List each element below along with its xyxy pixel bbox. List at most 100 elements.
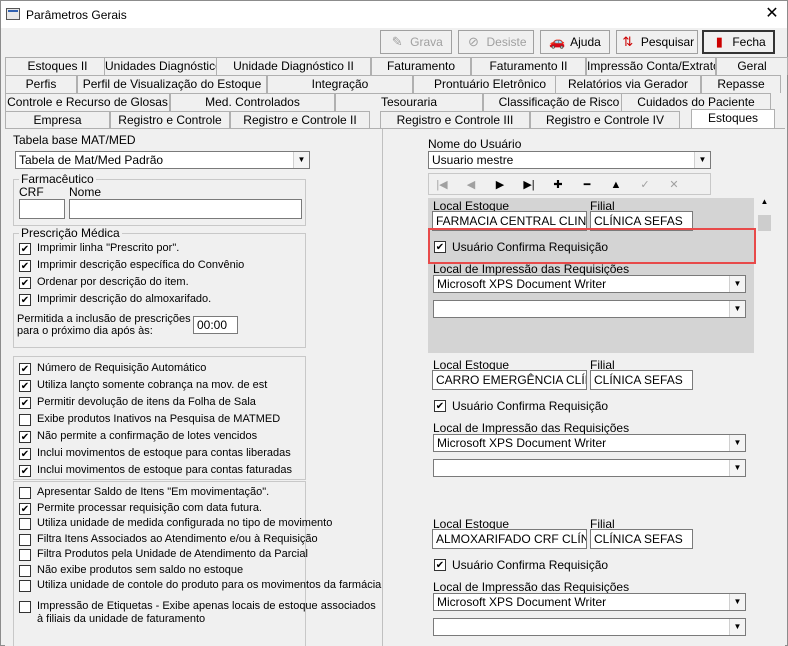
printer-select[interactable]: Microsoft XPS Document Writer ▼	[433, 275, 746, 293]
checkbox-box[interactable]	[19, 243, 31, 255]
tab-repasse[interactable]: Repasse	[701, 75, 781, 93]
group3-checkbox-3[interactable]: Filtra Itens Associados ao Atendimento e…	[19, 533, 318, 546]
checkbox-box[interactable]	[19, 601, 31, 613]
group2-checkbox-2[interactable]: Permitir devolução de itens da Folha de …	[19, 396, 256, 409]
local-estoque-input[interactable]: CARRO EMERGÊNCIA CLÍNICA	[432, 370, 587, 390]
group3-checkbox-6[interactable]: Utiliza unidade de contole do produto pa…	[19, 579, 381, 592]
tab-geral[interactable]: Geral	[716, 57, 788, 75]
nav-delete-icon[interactable]: ━	[575, 176, 599, 194]
group3-checkbox-4[interactable]: Filtra Produtos pela Unidade de Atendime…	[19, 548, 308, 561]
tabela-base-select[interactable]: Tabela de Mat/Med Padrão ▼	[15, 151, 310, 169]
tab-registro-e-controle-iv[interactable]: Registro e Controle IV	[530, 111, 680, 129]
presc-checkbox-2[interactable]: Ordenar por descrição do item.	[19, 276, 189, 289]
printer-select-2[interactable]: ▼	[433, 618, 746, 636]
checkbox-box[interactable]	[19, 431, 31, 443]
tab-estoques-ii[interactable]: Estoques II	[5, 57, 110, 75]
nav-first-icon[interactable]: |◀	[430, 176, 454, 194]
chevron-down-icon[interactable]: ▼	[729, 301, 745, 317]
checkbox-box[interactable]	[19, 533, 31, 546]
nav-insert-icon[interactable]: ✚	[546, 176, 570, 194]
group2-checkbox-1[interactable]: Utiliza lançto somente cobrança na mov. …	[19, 379, 267, 392]
tab-unidade-diagnóstico-ii[interactable]: Unidade Diagnóstico II	[216, 57, 371, 75]
tab-faturamento-ii[interactable]: Faturamento II	[471, 57, 586, 75]
checkbox-box[interactable]	[19, 502, 31, 515]
checkbox-box[interactable]	[19, 380, 31, 392]
checkbox-box[interactable]	[19, 518, 31, 530]
group2-checkbox-3[interactable]: Exibe produtos Inativos na Pesquisa de M…	[19, 413, 280, 426]
filial-input[interactable]: CLÍNICA SEFAS	[590, 370, 693, 390]
filial-input[interactable]: CLÍNICA SEFAS	[590, 529, 693, 549]
nav-last-icon[interactable]: ▶|	[517, 176, 541, 194]
chevron-down-icon[interactable]: ▼	[694, 152, 710, 168]
checkbox-box[interactable]	[19, 277, 31, 289]
tab-classificação-de-risco[interactable]: Classificação de Risco	[483, 93, 635, 111]
chevron-down-icon[interactable]: ▼	[729, 594, 745, 610]
tab-unidades-diagnóstico[interactable]: Unidades Diagnóstico	[104, 57, 219, 75]
group2-checkbox-5[interactable]: Inclui movimentos de estoque para contas…	[19, 447, 291, 460]
printer-select-2[interactable]: ▼	[433, 300, 746, 318]
checkbox-box[interactable]	[19, 580, 31, 592]
checkbox-box[interactable]	[19, 414, 31, 426]
local-estoque-input[interactable]: ALMOXARIFADO CRF CLÍNICA	[432, 529, 587, 549]
printer-select[interactable]: Microsoft XPS Document Writer ▼	[433, 434, 746, 452]
vertical-scrollbar[interactable]: ▲	[757, 197, 772, 646]
title-bar[interactable]: Parâmetros Gerais ✕	[1, 1, 787, 28]
chevron-down-icon[interactable]: ▼	[729, 276, 745, 292]
pesquisar-button[interactable]: ⇅ Pesquisar	[616, 30, 698, 54]
usuario-confirma-requisicao-checkbox[interactable]: Usuário Confirma Requisição	[434, 558, 608, 572]
chevron-down-icon[interactable]: ▼	[293, 152, 309, 168]
desiste-button[interactable]: ⊘ Desiste	[458, 30, 534, 54]
checkbox-box[interactable]	[19, 397, 31, 409]
tab-registro-e-controle-iii[interactable]: Registro e Controle III	[380, 111, 530, 129]
nome-input[interactable]	[69, 199, 302, 219]
tab-prontuário-eletrônico[interactable]: Prontuário Eletrônico	[413, 75, 567, 93]
group2-checkbox-0[interactable]: Número de Requisição Automático	[19, 362, 206, 375]
printer-select-2[interactable]: ▼	[433, 459, 746, 477]
group3-checkbox-2[interactable]: Utiliza unidade de medida configurada no…	[19, 517, 332, 530]
close-icon[interactable]: ✕	[759, 3, 785, 25]
checkbox-box[interactable]	[19, 549, 31, 561]
group2-checkbox-6[interactable]: Inclui movimentos de estoque para contas…	[19, 464, 292, 477]
permitida-time-input[interactable]: 00:00	[193, 316, 238, 334]
chevron-down-icon[interactable]: ▼	[729, 460, 745, 476]
tab-registro-e-controle-ii[interactable]: Registro e Controle II	[230, 111, 370, 129]
group3-checkbox-1[interactable]: Permite processar requisição com data fu…	[19, 502, 262, 515]
checkbox-box[interactable]	[19, 487, 31, 499]
tab-perfis[interactable]: Perfis	[5, 75, 77, 93]
presc-checkbox-0[interactable]: Imprimir linha "Prescrito por".	[19, 242, 179, 255]
chevron-down-icon[interactable]: ▼	[729, 435, 745, 451]
tab-faturamento[interactable]: Faturamento	[371, 57, 471, 75]
checkbox-box[interactable]	[19, 294, 31, 306]
grava-button[interactable]: ✎ Grava	[380, 30, 452, 54]
group3-checkbox-5[interactable]: Não exibe produtos sem saldo no estoque	[19, 564, 243, 577]
checkbox-box[interactable]	[434, 400, 446, 412]
group2-checkbox-4[interactable]: Não permite a confirmação de lotes venci…	[19, 430, 257, 443]
printer-select[interactable]: Microsoft XPS Document Writer ▼	[433, 593, 746, 611]
checkbox-box[interactable]	[19, 260, 31, 272]
impressao-etiquetas-checkbox[interactable]: Impressão de Etiquetas - Exibe apenas lo…	[19, 600, 376, 626]
checkbox-box[interactable]	[19, 564, 31, 577]
scrollbar-thumb[interactable]	[758, 215, 771, 231]
tab-integração[interactable]: Integração	[267, 75, 413, 93]
checkbox-box[interactable]	[19, 448, 31, 460]
group3-checkbox-0[interactable]: Apresentar Saldo de Itens "Em movimentaç…	[19, 486, 269, 499]
usuario-confirma-requisicao-checkbox[interactable]: Usuário Confirma Requisição	[434, 399, 608, 413]
fecha-button[interactable]: ▮ Fecha	[702, 30, 775, 54]
tab-med-controlados[interactable]: Med. Controlados	[170, 93, 335, 111]
checkbox-box[interactable]	[434, 559, 446, 571]
nav-edit-icon[interactable]: ▲	[604, 176, 628, 194]
scroll-up-icon[interactable]: ▲	[759, 197, 770, 209]
nav-next-icon[interactable]: ▶	[488, 176, 512, 194]
tab-impressão-conta-extrato[interactable]: Impressão Conta/Extrato	[586, 57, 716, 75]
chevron-down-icon[interactable]: ▼	[729, 619, 745, 635]
tab-estoques[interactable]: Estoques	[691, 109, 775, 129]
checkbox-box[interactable]	[19, 363, 31, 375]
crf-input[interactable]	[19, 199, 65, 219]
nav-cancel-icon[interactable]: ✕	[662, 176, 686, 194]
tab-tesouraria[interactable]: Tesouraria	[335, 93, 483, 111]
nav-prior-icon[interactable]: ◀	[459, 176, 483, 194]
presc-checkbox-1[interactable]: Imprimir descrição específica do Convêni…	[19, 259, 244, 272]
nav-post-icon[interactable]: ✓	[633, 176, 657, 194]
checkbox-box[interactable]	[19, 465, 31, 477]
tab-relatórios-via-gerador[interactable]: Relatórios via Gerador	[555, 75, 701, 93]
